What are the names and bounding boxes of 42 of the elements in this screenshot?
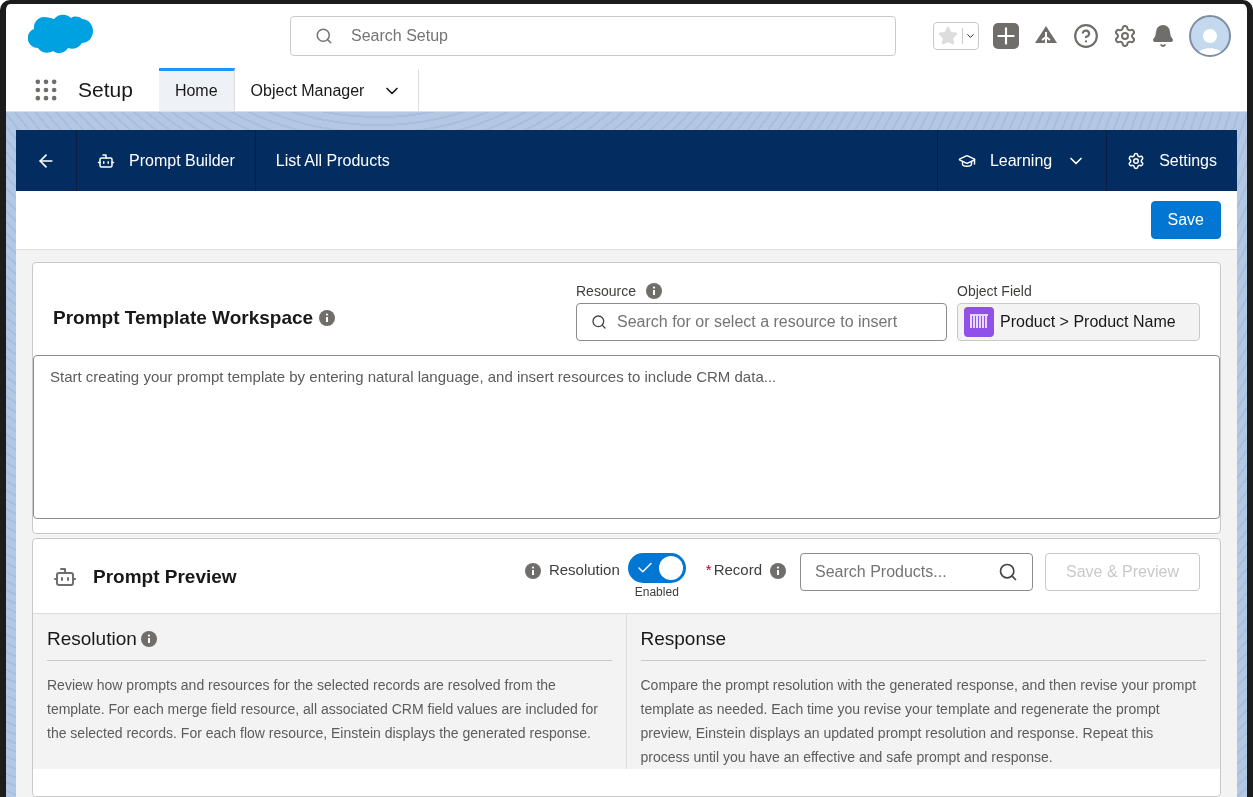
info-icon bbox=[524, 563, 541, 579]
bell-icon[interactable] bbox=[1151, 24, 1175, 48]
info-icon bbox=[645, 283, 662, 299]
panel-description: Compare the prompt resolution with the generated response, and then revise your prompt template as needed. Each time you revise your template and regenerate the prompt preview, Einstein displays an updated prompt resolution and response. Repeat this process until you have an effective and safe prompt and response. bbox=[640, 676, 1198, 767]
product-icon bbox=[964, 307, 994, 337]
settings-icon bbox=[1127, 151, 1146, 170]
bot-icon bbox=[53, 565, 77, 589]
search-icon bbox=[315, 27, 333, 45]
settings-link[interactable]: Settings bbox=[1159, 151, 1217, 170]
resolution-label: Resolution bbox=[548, 561, 620, 578]
help-icon[interactable] bbox=[1073, 23, 1099, 49]
info-icon bbox=[319, 310, 336, 326]
resource-search-field[interactable]: Search for or select a resource to insert bbox=[576, 303, 947, 341]
search-icon bbox=[591, 314, 607, 330]
record-search-field[interactable]: Search Products... bbox=[800, 553, 1033, 591]
record-label: *Record bbox=[705, 561, 762, 578]
object-field-pill[interactable]: Product > Product Name bbox=[957, 303, 1200, 341]
search-icon bbox=[998, 562, 1018, 582]
app-name: Setup bbox=[77, 76, 134, 103]
workspace-title: Prompt Template Workspace bbox=[53, 307, 314, 329]
info-icon bbox=[770, 563, 786, 579]
search-field[interactable]: Search Setup bbox=[290, 16, 896, 56]
star-icon[interactable] bbox=[938, 26, 958, 46]
avatar[interactable] bbox=[1189, 15, 1231, 57]
resolution-toggle[interactable] bbox=[627, 553, 686, 583]
panel-description: Review how prompts and resources for the selected records are resolved from the template. For each merge field resource, all associated CRM field values are included for the selected records. For each flow resource, Einstein displays the generated response. bbox=[47, 676, 599, 743]
toggle-caption: Enabled bbox=[634, 585, 679, 599]
settings-icon[interactable] bbox=[1113, 24, 1137, 48]
panel-title: Resolution bbox=[47, 628, 137, 650]
prompt-editor[interactable]: Start creating your prompt template by entering natural language, and insert resources to include CRM data... bbox=[33, 355, 1220, 519]
required-mark: * bbox=[705, 561, 712, 578]
bot-icon bbox=[97, 151, 115, 170]
preview-title: Prompt Preview bbox=[93, 566, 237, 588]
resource-label: Resource bbox=[576, 283, 636, 299]
object-field-label: Object Field bbox=[957, 283, 1033, 299]
learning-menu[interactable]: Learning bbox=[989, 151, 1053, 170]
panel-title: Response bbox=[640, 628, 727, 650]
nav-tab[interactable]: Home bbox=[158, 68, 235, 111]
template-name: List All Products bbox=[275, 151, 390, 170]
builder-title: Prompt Builder bbox=[129, 151, 235, 170]
save-button[interactable]: Save bbox=[1150, 201, 1221, 239]
add-icon[interactable] bbox=[993, 23, 1019, 49]
